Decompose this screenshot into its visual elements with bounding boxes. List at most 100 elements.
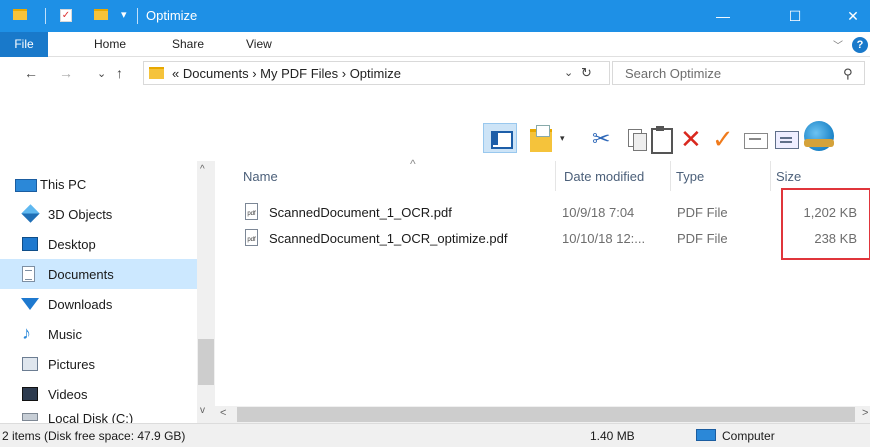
properties-icon[interactable] — [775, 123, 799, 155]
file-type: PDF File — [677, 231, 728, 246]
nav-item-label: Local Disk (C:) — [48, 411, 134, 423]
column-header-type[interactable]: Type — [670, 161, 770, 191]
pdf-file-icon: pdf — [245, 203, 258, 220]
paste-icon[interactable] — [649, 123, 673, 155]
nav-item-label: Music — [48, 327, 82, 342]
nav-item-label: Downloads — [48, 297, 113, 312]
nav-item-label: Pictures — [48, 357, 95, 372]
desktop-icon — [22, 237, 38, 251]
nav-item-this-pc[interactable]: This PC — [0, 169, 197, 199]
column-header-label: Size — [776, 169, 802, 184]
nav-item-videos[interactable]: Videos — [0, 379, 197, 409]
column-header-date[interactable]: Date modified — [558, 161, 670, 191]
properties-check-icon[interactable]: ✓ — [60, 9, 72, 22]
tab-view[interactable]: View — [246, 32, 272, 57]
search-placeholder: Search Optimize — [625, 66, 722, 81]
tab-file[interactable]: File — [0, 32, 48, 57]
file-date: 10/9/18 7:04 — [562, 205, 635, 220]
navigation-pane: This PC 3D Objects Desktop Documents Dow… — [0, 161, 197, 423]
scrollbar-thumb[interactable] — [237, 407, 855, 422]
minimize-button[interactable]: — — [700, 0, 746, 32]
documents-icon — [22, 266, 35, 282]
status-location: Computer — [722, 429, 775, 443]
folder-icon[interactable] — [13, 9, 27, 20]
recent-locations-button[interactable]: ⌄ — [97, 67, 106, 80]
nav-item-downloads[interactable]: Downloads — [0, 289, 197, 319]
disk-icon — [22, 413, 38, 421]
customize-quick-access-dropdown[interactable]: ▾ — [121, 8, 127, 21]
tab-share[interactable]: Share — [172, 32, 204, 57]
3d-objects-icon — [21, 204, 40, 223]
nav-item-desktop[interactable]: Desktop — [0, 229, 197, 259]
file-date: 10/10/18 12:... — [562, 231, 646, 246]
column-header-label: Date modified — [564, 169, 645, 184]
nav-item-label: Documents — [48, 267, 114, 282]
nav-item-label: Desktop — [48, 237, 96, 252]
horizontal-scrollbar[interactable]: < > — [215, 406, 870, 423]
address-row: ← → ⌄ ↑ « Documents › My PDF Files › Opt… — [0, 57, 870, 89]
back-button[interactable]: ← — [24, 65, 38, 81]
nav-item-documents[interactable]: Documents — [0, 259, 197, 289]
pdf-file-icon: pdf — [245, 229, 258, 246]
refresh-icon[interactable]: ↻ — [581, 65, 592, 81]
nav-item-label: Videos — [48, 387, 88, 402]
command-toolbar: ▾ ✂ ✕ ✓ — [0, 89, 870, 161]
nav-pane-scrollbar[interactable]: ^ v — [197, 161, 215, 423]
tab-home[interactable]: Home — [94, 32, 126, 57]
copy-icon[interactable] — [626, 123, 647, 155]
rename-icon[interactable] — [744, 123, 768, 155]
status-item-count: 2 items (Disk free space: 47.9 GB) — [2, 429, 186, 443]
nav-item-3d-objects[interactable]: 3D Objects — [0, 199, 197, 229]
computer-icon — [696, 429, 716, 441]
scroll-down-icon[interactable]: v — [200, 405, 205, 416]
column-header-name[interactable]: Name ^ — [237, 157, 555, 191]
new-folder-icon[interactable] — [530, 123, 554, 155]
file-name: ScannedDocument_1_OCR.pdf — [269, 205, 452, 220]
expand-ribbon-chevron-icon[interactable]: ﹀ — [833, 37, 843, 52]
scroll-left-icon[interactable]: < — [220, 407, 226, 419]
shell-icon[interactable] — [804, 121, 834, 151]
sort-ascending-icon: ^ — [410, 157, 416, 171]
column-divider[interactable] — [555, 161, 556, 191]
column-header-size[interactable]: Size — [770, 161, 870, 191]
nav-item-music[interactable]: ♪ Music — [0, 319, 197, 349]
up-button[interactable]: ↑ — [116, 65, 123, 81]
ribbon-tabs: File Home Share View ﹀ ? — [0, 32, 870, 57]
window-title: Optimize — [146, 8, 198, 23]
file-row[interactable]: pdf ScannedDocument_1_OCR_optimize.pdf 1… — [237, 227, 867, 251]
nav-item-pictures[interactable]: Pictures — [0, 349, 197, 379]
delete-icon[interactable]: ✕ — [680, 123, 702, 155]
close-button[interactable]: ✕ — [830, 0, 870, 32]
nav-item-label: This PC — [40, 177, 87, 192]
file-list: Name ^ Date modified Type Size pdf Scann… — [215, 157, 870, 406]
search-icon[interactable]: ⚲ — [843, 66, 853, 82]
panes-icon[interactable] — [483, 123, 517, 153]
file-name: ScannedDocument_1_OCR_optimize.pdf — [269, 231, 508, 246]
forward-button[interactable]: → — [59, 65, 73, 81]
scroll-up-icon[interactable]: ^ — [200, 164, 205, 175]
title-bar: ✓ ▾ Optimize — ☐ ✕ — [0, 0, 870, 32]
breadcrumb[interactable]: « Documents › My PDF Files › Optimize — [172, 66, 401, 81]
new-folder-icon[interactable] — [94, 9, 108, 20]
separator — [137, 8, 138, 24]
column-header-label: Name — [243, 169, 278, 184]
cut-icon[interactable]: ✂ — [592, 123, 610, 155]
help-icon[interactable]: ? — [852, 37, 868, 53]
separator — [45, 8, 46, 24]
address-dropdown-icon[interactable]: ⌄ — [564, 66, 573, 79]
nav-item-label: 3D Objects — [48, 207, 113, 222]
scroll-right-icon[interactable]: > — [862, 407, 868, 419]
maximize-button[interactable]: ☐ — [772, 0, 818, 32]
address-bar[interactable]: « Documents › My PDF Files › Optimize ⌄ … — [143, 61, 610, 85]
status-selection-size: 1.40 MB — [590, 429, 635, 443]
file-row[interactable]: pdf ScannedDocument_1_OCR.pdf 10/9/18 7:… — [237, 201, 867, 225]
check-icon[interactable]: ✓ — [712, 123, 734, 155]
file-type: PDF File — [677, 205, 728, 220]
size-highlight-box — [781, 188, 870, 260]
scrollbar-thumb[interactable] — [198, 339, 214, 385]
pictures-icon — [22, 357, 38, 371]
status-bar: 2 items (Disk free space: 47.9 GB) 1.40 … — [0, 423, 870, 447]
pc-icon — [15, 179, 37, 192]
search-input[interactable]: Search Optimize ⚲ — [612, 61, 865, 85]
nav-item-local-disk[interactable]: Local Disk (C:) — [0, 409, 197, 423]
